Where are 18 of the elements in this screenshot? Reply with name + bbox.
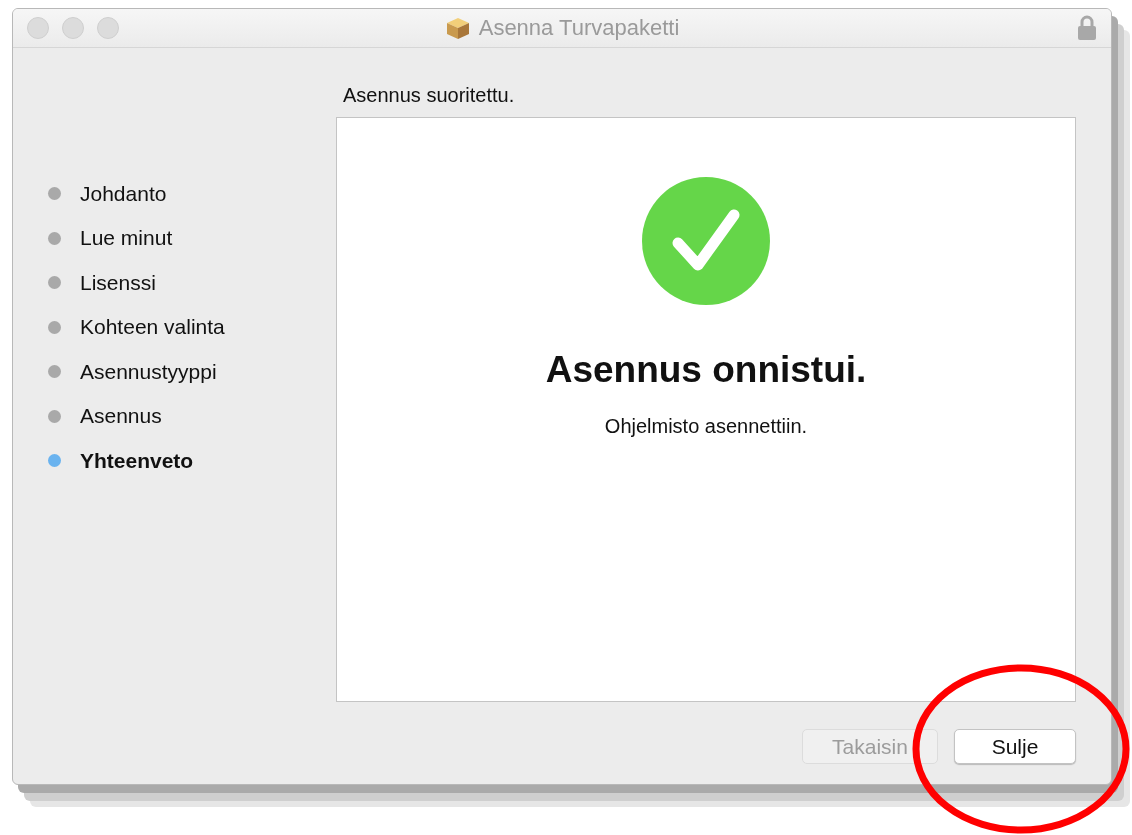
step-label: Kohteen valinta bbox=[80, 315, 225, 340]
result-title: Asennus onnistui. bbox=[545, 349, 867, 391]
result-message: Ohjelmisto asennettiin. bbox=[604, 415, 808, 438]
zoom-button[interactable] bbox=[97, 17, 119, 39]
page-heading: Asennus suoritettu. bbox=[343, 84, 516, 107]
step-label: Lisenssi bbox=[80, 270, 156, 295]
package-icon bbox=[444, 16, 471, 40]
close-installer-button[interactable]: Sulje bbox=[954, 729, 1076, 764]
lock-icon bbox=[1077, 15, 1097, 41]
step-label: Lue minut bbox=[80, 226, 173, 251]
step-label: Yhteenveto bbox=[80, 448, 194, 473]
check-icon bbox=[642, 177, 770, 305]
step-label: Asennus bbox=[80, 404, 162, 429]
window-title: Asenna Turvapaketti bbox=[478, 15, 680, 41]
minimize-button[interactable] bbox=[62, 17, 84, 39]
step-label: Asennustyyppi bbox=[80, 359, 217, 384]
step-label: Johdanto bbox=[80, 181, 167, 206]
close-button[interactable] bbox=[27, 17, 49, 39]
